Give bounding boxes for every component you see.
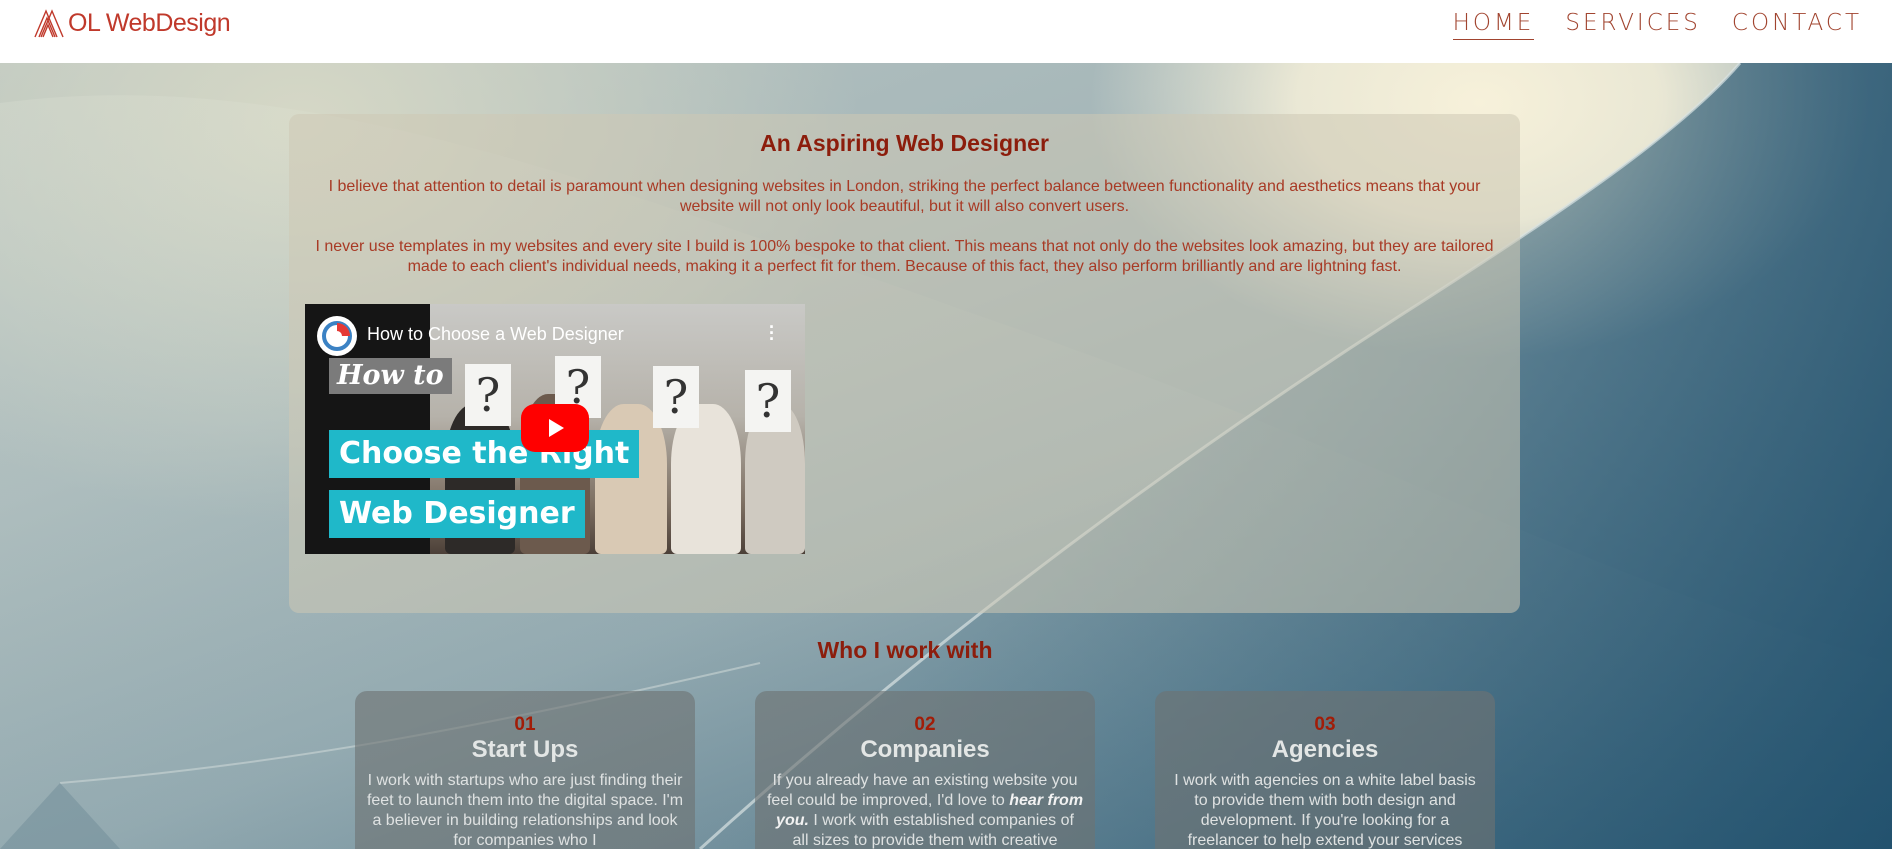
card-title: Start Ups — [471, 736, 579, 763]
thumb-line-designer: Web Designer — [329, 490, 585, 538]
brand-logo[interactable]: OL WebDesign — [32, 6, 231, 40]
stacked-triangle-logo-icon — [32, 7, 64, 39]
nav-services[interactable]: SERVICES — [1565, 10, 1701, 40]
card-agencies: 03 Agencies I work with agencies on a wh… — [1155, 691, 1495, 849]
card-title: Companies — [860, 736, 990, 763]
intro-paragraph-1: I believe that attention to detail is pa… — [328, 178, 1481, 215]
youtube-video-embed[interactable]: ? ? ? ? How to Choose the Right Web Desi… — [305, 304, 805, 554]
question-card: ? — [653, 366, 699, 428]
card-number: 01 — [514, 714, 536, 735]
site-header: OL WebDesign HOME SERVICES CONTACT — [0, 0, 1892, 63]
hero-background: An Aspiring Web Designer I believe that … — [0, 63, 1892, 849]
intro-title: An Aspiring Web Designer — [760, 130, 1049, 156]
who-i-work-with-title: Who I work with — [817, 637, 993, 663]
card-body: If you already have an existing website … — [766, 771, 1084, 849]
channel-avatar-icon[interactable] — [317, 316, 357, 356]
intro-panel: An Aspiring Web Designer I believe that … — [289, 114, 1520, 613]
card-number: 02 — [914, 714, 936, 735]
question-card: ? — [745, 370, 791, 432]
card-body-text: I work with established companies of all… — [792, 812, 1074, 849]
card-number: 03 — [1314, 714, 1336, 735]
nav-contact[interactable]: CONTACT — [1732, 10, 1862, 40]
card-companies: 02 Companies If you already have an exis… — [755, 691, 1095, 849]
card-title: Agencies — [1271, 736, 1379, 763]
thumb-line-choose: Choose the Right — [329, 430, 640, 478]
play-icon[interactable] — [521, 404, 589, 452]
card-body: I work with startups who are just findin… — [366, 772, 684, 849]
more-options-icon[interactable]: · · · — [769, 318, 775, 348]
card-body: I work with agencies on a white label ba… — [1174, 772, 1476, 849]
thumb-howto-label: How to — [329, 358, 452, 394]
question-card: ? — [465, 364, 511, 426]
nav-home[interactable]: HOME — [1452, 10, 1535, 40]
video-title[interactable]: How to Choose a Web Designer — [367, 324, 624, 345]
intro-paragraph-2: I never use templates in my websites and… — [315, 238, 1494, 275]
brand-name: OL WebDesign — [68, 8, 231, 37]
card-start-ups: 01 Start Ups I work with startups who ar… — [355, 691, 695, 849]
main-nav: HOME SERVICES CONTACT — [1452, 10, 1862, 40]
